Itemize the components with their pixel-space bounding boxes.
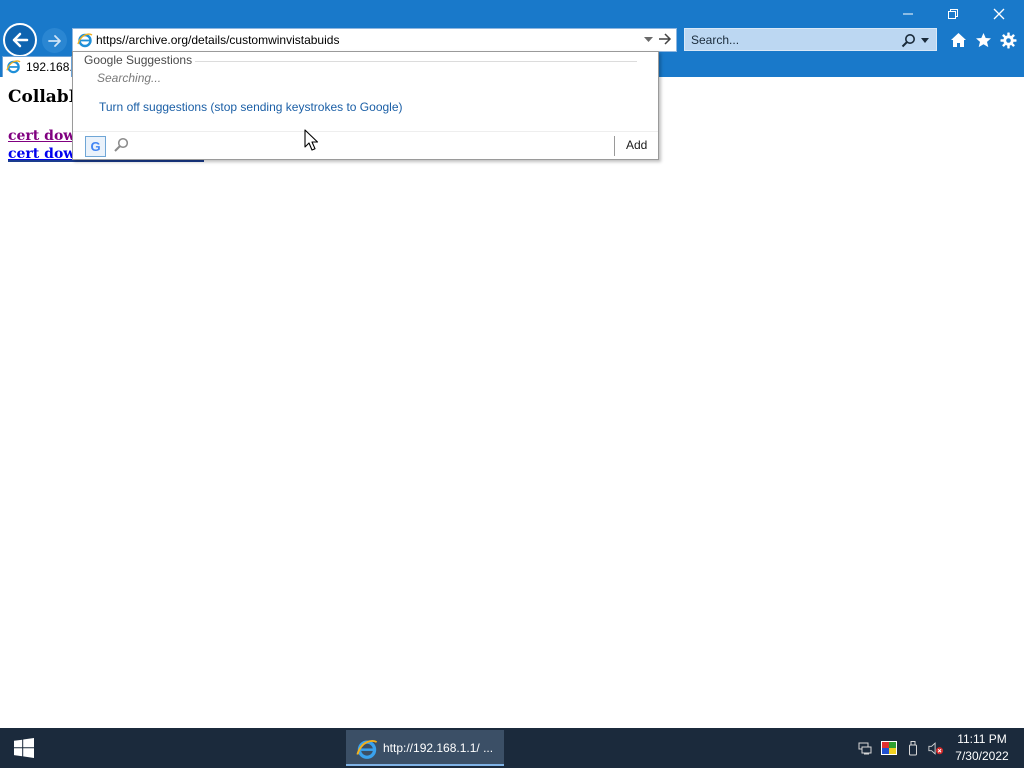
search-box[interactable] xyxy=(684,28,937,51)
address-input[interactable] xyxy=(96,31,636,49)
home-icon xyxy=(950,32,966,47)
google-provider-button[interactable]: G xyxy=(85,136,106,157)
ie-logo-icon xyxy=(77,33,93,48)
address-bar[interactable] xyxy=(72,28,677,52)
windows-logo-icon xyxy=(14,738,34,758)
tab-title: 192.168.1.1/ xyxy=(26,60,71,74)
favorites-button[interactable] xyxy=(973,30,993,50)
minimize-icon xyxy=(903,13,913,15)
tab-active[interactable]: 192.168.1.1/ xyxy=(2,56,72,77)
dropdown-arrow-icon[interactable] xyxy=(921,38,929,43)
clock-date[interactable]: 7/30/2022 xyxy=(953,749,1011,763)
clock-time[interactable]: 11:11 PM xyxy=(953,732,1011,746)
close-button[interactable] xyxy=(987,4,1011,24)
dropdown-arrow-icon[interactable] xyxy=(644,37,653,43)
page-content: CollabNet cert download cert download xyxy=(0,77,1024,728)
star-icon xyxy=(975,32,991,47)
search-icon[interactable] xyxy=(901,33,916,48)
minimize-button[interactable] xyxy=(896,4,920,24)
suggestions-footer: G Add xyxy=(73,131,658,159)
search-input[interactable] xyxy=(691,31,891,49)
add-provider-button[interactable]: Add xyxy=(626,138,647,152)
load-progress-line xyxy=(8,160,204,162)
google-g-icon: G xyxy=(90,139,101,154)
forward-arrow-icon xyxy=(47,34,61,47)
address-suggestions-dropdown: Google Suggestions Searching... Turn off… xyxy=(72,51,659,160)
search-icon[interactable] xyxy=(113,137,129,153)
browser-titlebar xyxy=(0,0,1024,57)
back-arrow-icon xyxy=(12,32,29,48)
taskbar: http://192.168.1.1/ ... 11:11 PM 7/30/20… xyxy=(0,728,1024,768)
suggestions-header: Google Suggestions xyxy=(84,53,193,67)
gear-icon xyxy=(1000,32,1016,48)
restore-button[interactable] xyxy=(941,4,965,24)
suggestions-status: Searching... xyxy=(97,71,162,85)
suggestions-divider xyxy=(195,61,637,62)
start-button[interactable] xyxy=(0,728,48,768)
footer-divider xyxy=(614,136,615,156)
close-icon xyxy=(993,8,1005,20)
ie-logo-icon xyxy=(356,740,378,759)
taskbar-ie-button[interactable]: http://192.168.1.1/ ... xyxy=(346,730,504,766)
forward-button[interactable] xyxy=(42,28,67,53)
tools-button[interactable] xyxy=(998,30,1018,50)
taskbar-ie-label: http://192.168.1.1/ ... xyxy=(383,741,494,755)
volume-muted-icon[interactable] xyxy=(928,740,944,756)
color-icon[interactable] xyxy=(881,740,897,756)
go-arrow-icon[interactable] xyxy=(658,32,672,46)
ie-logo-icon xyxy=(6,60,21,74)
restore-icon xyxy=(948,9,958,19)
network-icon[interactable] xyxy=(857,740,873,756)
home-button[interactable] xyxy=(948,30,968,50)
mouse-cursor-icon xyxy=(304,129,318,151)
usb-icon[interactable] xyxy=(905,740,921,756)
screen: 192.168.1.1/ CollabNet cert download cer… xyxy=(0,0,1024,768)
back-button[interactable] xyxy=(3,23,37,57)
turn-off-suggestions-link[interactable]: Turn off suggestions (stop sending keyst… xyxy=(99,100,403,114)
